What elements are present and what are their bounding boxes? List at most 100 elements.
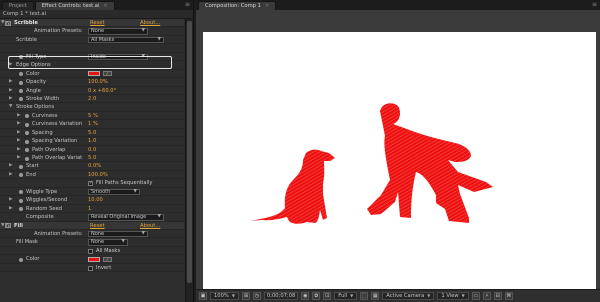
region-of-interest-icon[interactable]: ⬚ — [360, 292, 369, 300]
fx-toggle-icon[interactable]: fx — [5, 223, 11, 228]
scribble-section-header[interactable]: ▼ fx Scribble Reset About... — [0, 19, 184, 28]
stopwatch-icon[interactable] — [19, 190, 23, 195]
panel-menu-icon[interactable]: ≡ — [592, 1, 597, 8]
composite-dropdown[interactable]: Reveal Original Image ▼ — [88, 214, 164, 221]
tab-effect-controls[interactable]: Effect Controls: test.ai ✕ — [34, 1, 115, 10]
scribble-reset-link[interactable]: Reset — [90, 19, 105, 27]
chevron-right-icon[interactable]: ▶ — [9, 61, 12, 69]
flowchart-icon[interactable]: ⌘ — [504, 292, 513, 300]
chevron-right-icon[interactable]: ▶ — [17, 146, 20, 154]
fill-presets-dropdown[interactable]: None ▼ — [88, 230, 148, 238]
random-seed-value[interactable]: 1 — [88, 205, 91, 213]
stopwatch-icon[interactable] — [19, 97, 23, 102]
chevron-right-icon[interactable]: ▶ — [17, 120, 20, 128]
chevron-right-icon[interactable]: ▶ — [17, 137, 20, 145]
chevron-right-icon[interactable]: ▶ — [9, 95, 12, 103]
stopwatch-icon[interactable] — [25, 156, 29, 161]
mask-view-icon[interactable]: ⊡ — [323, 292, 332, 300]
invert-label: Invert — [96, 264, 112, 271]
chevron-down-icon[interactable]: ▼ — [1, 19, 4, 27]
chevron-right-icon[interactable]: ▶ — [17, 129, 20, 137]
always-preview-icon[interactable]: ▣ — [199, 292, 207, 300]
safe-margins-icon[interactable]: ⊞ — [241, 292, 250, 300]
chevron-right-icon[interactable]: ▶ — [9, 78, 12, 86]
stopwatch-icon[interactable] — [19, 257, 23, 262]
end-value[interactable]: 100.0% — [88, 171, 108, 179]
curviness-variation-value[interactable]: 1 % — [88, 120, 98, 128]
view-layout-dropdown[interactable]: 1 View ▼ — [437, 292, 469, 300]
scribble-presets-dropdown[interactable]: None ▼ — [88, 28, 148, 35]
all-masks-checkbox[interactable] — [88, 248, 93, 254]
scrollbar-thumb[interactable] — [187, 21, 192, 283]
fill-about-link[interactable]: About... — [140, 222, 160, 230]
stopwatch-icon[interactable] — [19, 89, 23, 93]
angle-value[interactable]: 0 x +60.0° — [88, 87, 116, 95]
stopwatch-icon[interactable] — [25, 131, 29, 136]
color-swatch[interactable] — [88, 71, 100, 77]
stopwatch-icon[interactable] — [25, 148, 29, 153]
fill-reset-link[interactable]: Reset — [90, 222, 105, 230]
camera-dropdown[interactable]: Active Camera ▼ — [382, 292, 435, 300]
chevron-right-icon[interactable]: ▶ — [17, 154, 20, 162]
stopwatch-icon[interactable] — [25, 139, 29, 144]
fill-paths-checkbox[interactable]: ✓ — [88, 181, 93, 187]
chevron-right-icon[interactable]: ▶ — [17, 112, 20, 120]
spacing-variation-value[interactable]: 1.0 — [88, 137, 96, 145]
stroke-width-value[interactable]: 2.0 — [88, 95, 96, 103]
fx-toggle-icon[interactable]: fx — [5, 20, 11, 26]
scribble-mask-dropdown[interactable]: All Masks ▼ — [88, 36, 164, 44]
tab-project[interactable]: Project — [2, 1, 34, 10]
composition-canvas[interactable] — [203, 32, 596, 296]
wiggle-type-dropdown[interactable]: Smooth ▼ — [88, 188, 140, 196]
opacity-value[interactable]: 100.0% — [88, 78, 108, 86]
fast-preview-icon[interactable]: ⚡ — [482, 292, 491, 300]
tab-composition[interactable]: Composition: Comp 1 ✕ — [198, 1, 277, 10]
eyedropper-icon[interactable]: ⁄ — [103, 256, 112, 262]
zoom-dropdown[interactable]: 100% ▼ — [210, 292, 239, 300]
composition-viewer[interactable] — [196, 10, 600, 296]
chevron-right-icon[interactable]: ▶ — [9, 162, 12, 170]
fill-type-dropdown[interactable]: Inside ▼ — [88, 53, 148, 61]
panel-menu-icon[interactable]: ≡ — [185, 1, 190, 8]
chevron-right-icon[interactable]: ▶ — [9, 205, 12, 213]
color-channels-icon[interactable]: ✿ — [312, 292, 321, 300]
toggle-pixel-aspect-icon[interactable]: ▭ — [471, 292, 480, 300]
scribble-about-link[interactable]: About... — [140, 19, 160, 27]
stopwatch-icon[interactable] — [19, 164, 23, 169]
path-overlap-variation-value[interactable]: 5.0 — [88, 154, 96, 162]
chevron-right-icon[interactable]: ▶ — [9, 171, 12, 179]
stopwatch-icon[interactable] — [19, 198, 23, 203]
stroke-options-row[interactable]: ▼ Stroke Options — [0, 103, 184, 112]
close-icon[interactable]: ✕ — [265, 3, 269, 9]
close-icon[interactable]: ✕ — [103, 3, 107, 9]
fill-mask-dropdown[interactable]: None ▼ — [88, 239, 128, 246]
timecode-display[interactable]: 0;00;07;08 — [263, 292, 299, 300]
invert-checkbox[interactable] — [88, 265, 93, 271]
vertical-scrollbar[interactable] — [185, 19, 193, 302]
start-value[interactable]: 0.0% — [88, 162, 101, 170]
stopwatch-icon[interactable] — [25, 122, 29, 127]
chevron-down-icon[interactable]: ▼ — [1, 222, 4, 230]
stopwatch-icon[interactable] — [19, 207, 23, 212]
chevron-down-icon[interactable]: ▼ — [9, 103, 12, 111]
fill-color-swatch[interactable] — [88, 256, 100, 262]
timeline-icon[interactable]: ⊟ — [493, 292, 502, 300]
stopwatch-icon[interactable] — [19, 72, 23, 77]
transparency-grid-icon[interactable]: ▦ — [371, 292, 380, 300]
stopwatch-icon[interactable] — [19, 55, 23, 60]
fill-section-header[interactable]: ▼ fx Fill Reset About... — [0, 221, 184, 230]
chevron-right-icon[interactable]: ▶ — [9, 196, 12, 204]
path-overlap-value[interactable]: 0.0 — [88, 146, 96, 154]
edge-options-row[interactable]: ▶ Edge Options — [0, 61, 184, 70]
spacing-value[interactable]: 5.0 — [88, 129, 96, 137]
chevron-right-icon[interactable]: ▶ — [9, 87, 12, 95]
curviness-value[interactable]: 5 % — [88, 112, 98, 120]
eyedropper-icon[interactable]: ⁄ — [103, 71, 112, 77]
wiggles-value[interactable]: 10.00 — [88, 196, 103, 204]
stopwatch-icon[interactable] — [19, 173, 23, 178]
resolution-dropdown[interactable]: Full ▼ — [334, 292, 358, 300]
camera-icon[interactable]: ◉ — [301, 292, 310, 300]
stopwatch-icon[interactable] — [19, 80, 23, 85]
stopwatch-icon[interactable] — [25, 114, 29, 119]
snapshot-icon[interactable]: ◷ — [252, 292, 261, 300]
